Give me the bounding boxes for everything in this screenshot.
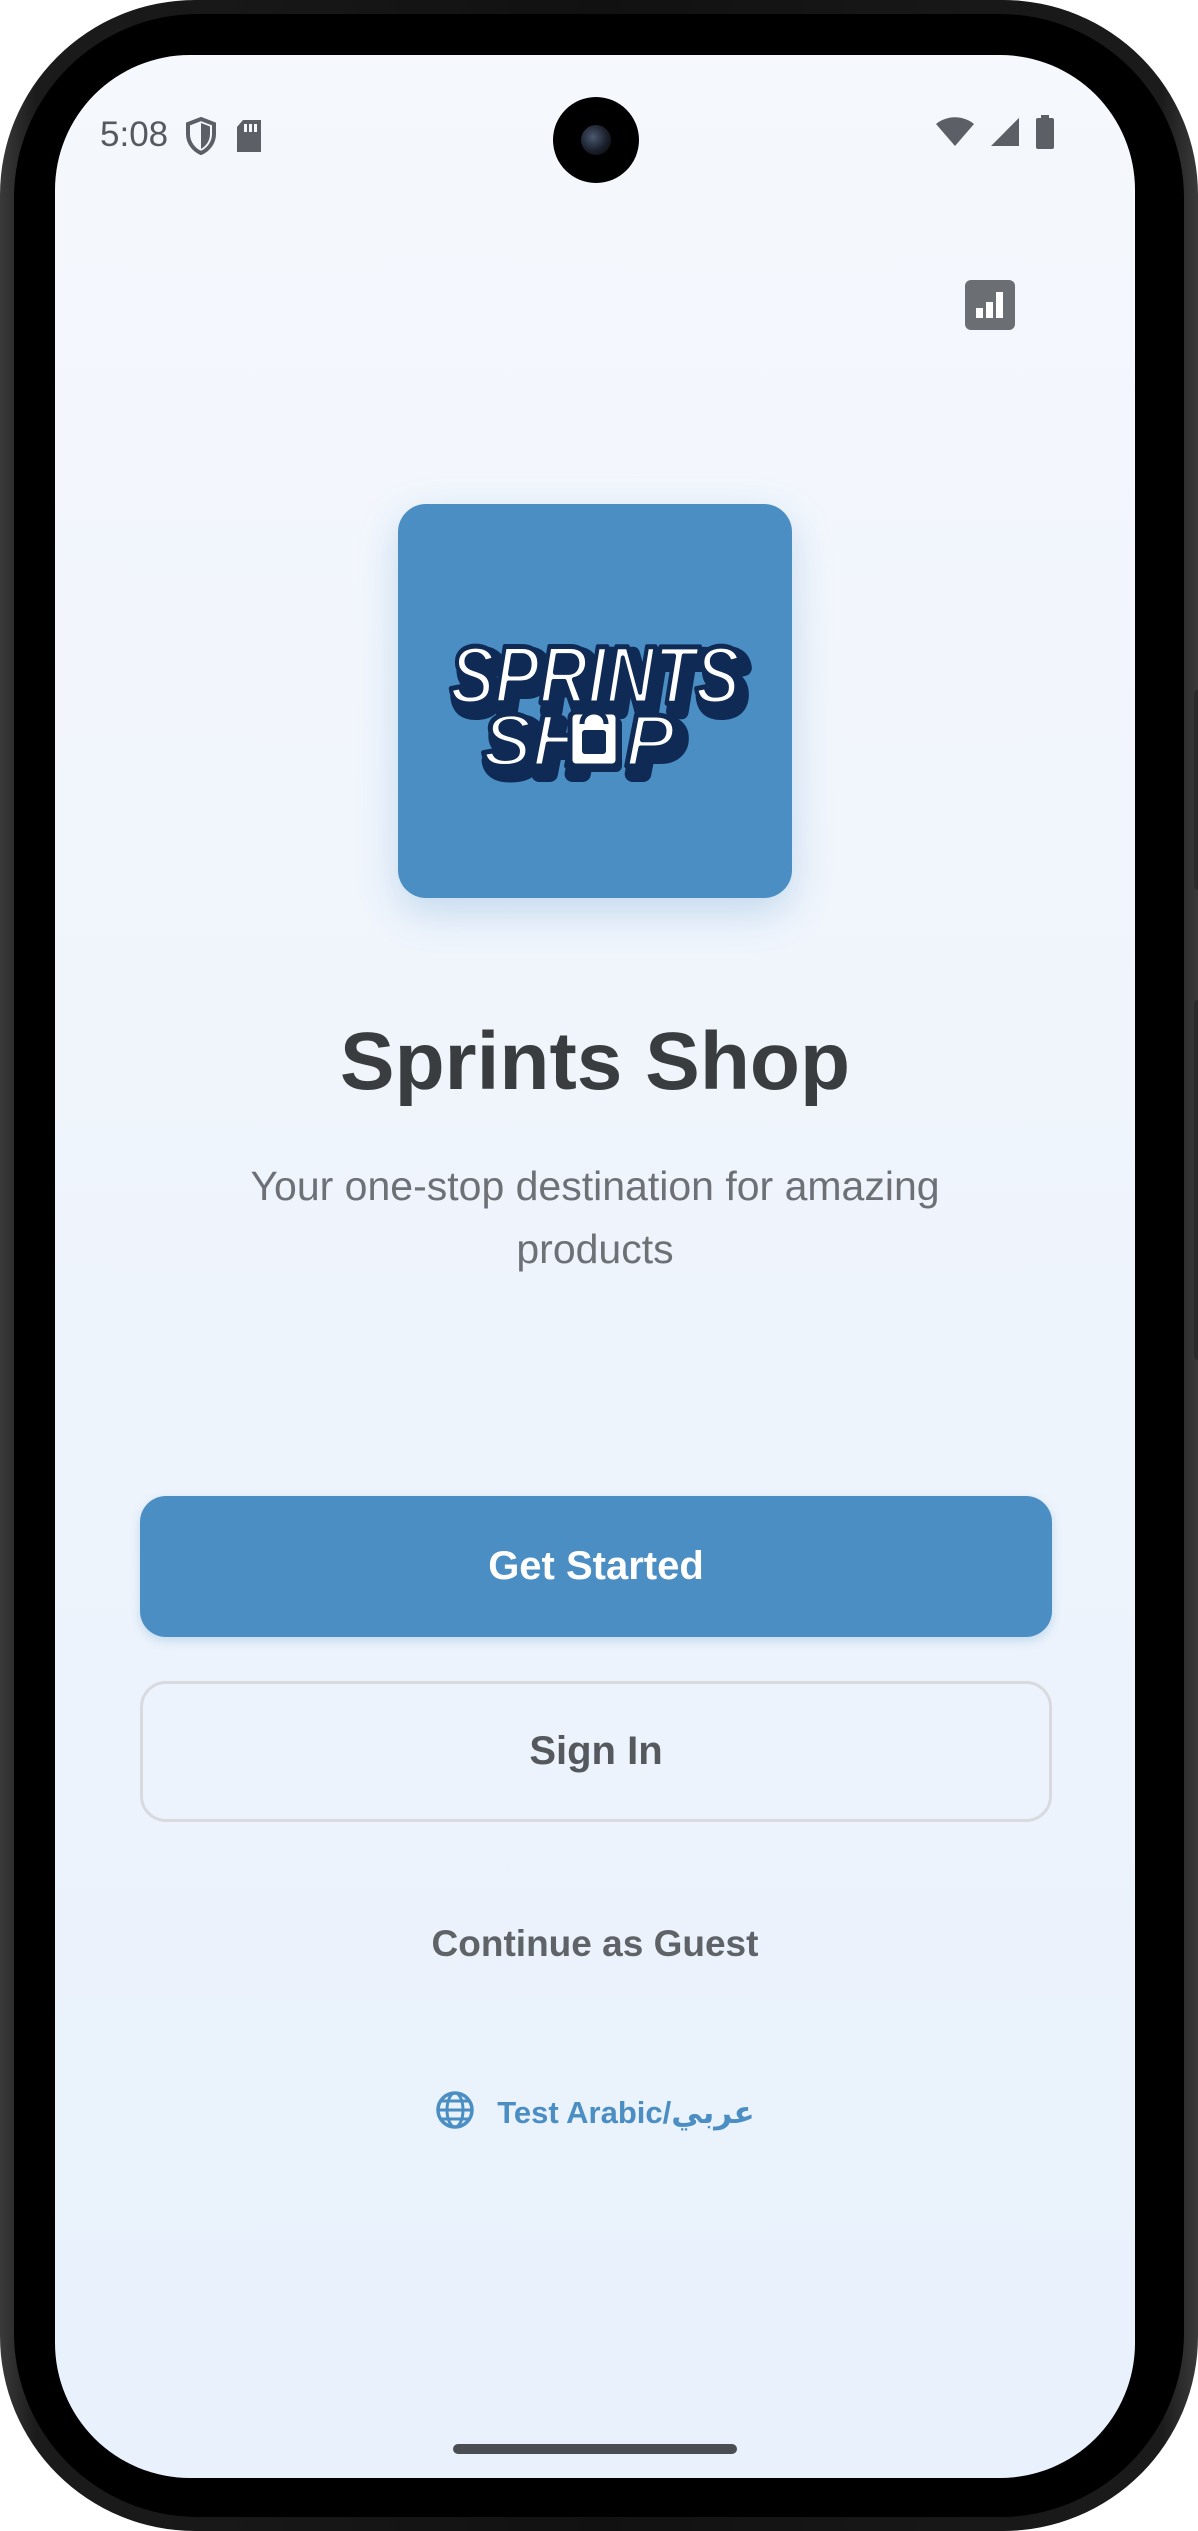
home-indicator[interactable] (453, 2444, 737, 2454)
front-camera (553, 97, 639, 183)
volume-button (1194, 1000, 1198, 1360)
cellular-signal-icon (989, 116, 1021, 153)
shopping-bag-icon (567, 709, 622, 772)
wifi-icon (935, 116, 975, 153)
get-started-button[interactable]: Get Started (140, 1496, 1052, 1637)
app-title: Sprints Shop (339, 1016, 851, 1107)
chart-icon[interactable] (965, 280, 1015, 330)
sign-in-button[interactable]: Sign In (140, 1681, 1052, 1822)
status-time: 5:08 (100, 115, 169, 154)
app-screen: 5:08 SPRINTS SPRINTS SH SH P P Sprints S… (55, 55, 1135, 2478)
phone-frame: 5:08 SPRINTS SPRINTS SH SH P P Sprints S… (0, 0, 1198, 2531)
logo-text-line2b: P (625, 699, 675, 782)
app-tagline: Your one-stop destination for amazing pr… (250, 1163, 940, 1272)
sd-card-icon (235, 119, 263, 158)
continue-as-guest-link[interactable]: Continue as Guest (55, 1923, 1135, 1965)
app-logo: SPRINTS SPRINTS SH SH P P (398, 504, 792, 898)
battery-icon (1035, 115, 1055, 154)
shield-icon (185, 116, 217, 160)
language-label: Test Arabic/عربي (497, 2094, 755, 2130)
globe-icon (435, 2090, 475, 2135)
power-button (1194, 690, 1198, 890)
language-toggle[interactable]: Test Arabic/عربي (55, 2090, 1135, 2135)
